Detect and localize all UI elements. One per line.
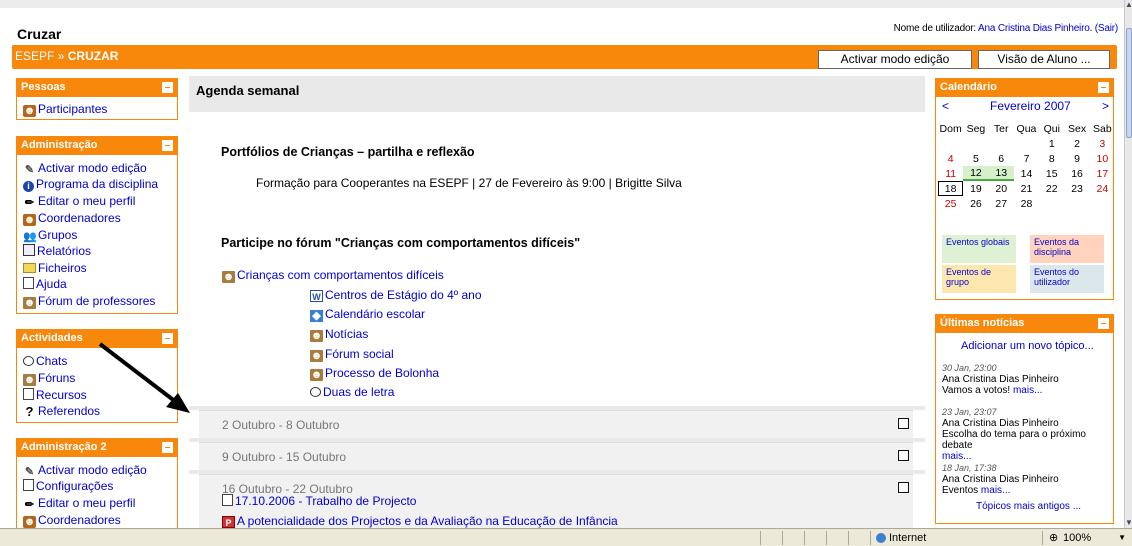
- day-header: Sex: [1068, 122, 1087, 135]
- legend-global[interactable]: Eventos globais: [942, 235, 1016, 263]
- zoom-icon: ⊕: [1049, 532, 1059, 544]
- calendar-day: [938, 136, 963, 151]
- news-text: Vamos a votos!: [942, 385, 1011, 396]
- news-item: 23 Jan, 23:07 Ana Cristina Dias Pinheiro…: [942, 407, 1110, 462]
- day-header: Qui: [1043, 122, 1060, 135]
- legend-group[interactable]: Eventos de grupo: [942, 265, 1016, 293]
- calendar-day: 17: [1096, 167, 1109, 180]
- older-topics-link[interactable]: Tópicos mais antigos ...: [976, 501, 1081, 512]
- news-item: 18 Jan, 17:38 Ana Cristina Dias Pinheiro…: [942, 463, 1110, 496]
- calendar-day: 25: [944, 197, 957, 210]
- calendar-day: 20: [995, 182, 1008, 195]
- zoom-level: 100%: [1063, 532, 1092, 544]
- calendar-day: 5: [973, 152, 979, 165]
- zoom-control[interactable]: ⊕ 100% ▼: [1042, 531, 1132, 545]
- calendar-day-event[interactable]: 13: [988, 166, 1014, 181]
- block-news: Últimas notícias Adicionar um novo tópic…: [935, 314, 1114, 524]
- calendar-day: [1039, 196, 1064, 211]
- zone-indicator: Internet: [870, 531, 1040, 545]
- add-topic-link[interactable]: Adicionar um novo tópico...: [961, 340, 1094, 352]
- calendar-day-event[interactable]: 12: [963, 166, 989, 181]
- news-author: Ana Cristina Dias Pinheiro: [942, 418, 1059, 429]
- calendar-day: 22: [1045, 182, 1058, 195]
- next-month-link[interactable]: >: [1102, 99, 1109, 113]
- status-cell: [760, 531, 780, 545]
- news-date: 18 Jan, 17:38: [942, 463, 997, 473]
- zone-label: Internet: [889, 532, 927, 544]
- calendar-day: [1014, 136, 1039, 151]
- news-item: 30 Jan, 23:00 Ana Cristina Dias Pinheiro…: [942, 363, 1110, 396]
- calendar-day: 1: [1048, 137, 1055, 150]
- status-cell: [826, 531, 846, 545]
- scroll-down-icon[interactable]: ▼: [1125, 518, 1132, 528]
- calendar-day-today[interactable]: 18: [938, 181, 964, 196]
- calendar-day: 28: [1020, 197, 1033, 210]
- calendar-day: 2: [1074, 137, 1080, 150]
- day-header: Sab: [1093, 122, 1112, 135]
- calendar-day: 6: [998, 152, 1005, 165]
- news-more-link[interactable]: mais...: [981, 485, 1010, 496]
- news-date: 30 Jan, 23:00: [942, 363, 997, 373]
- status-cell: [782, 531, 802, 545]
- legend-user[interactable]: Eventos do utilizador: [1030, 265, 1104, 293]
- calendar-day: 24: [1096, 182, 1109, 195]
- calendar-day: 15: [1045, 167, 1058, 180]
- vertical-scrollbar[interactable]: ▲ ▼: [1124, 0, 1132, 528]
- status-cell: [804, 531, 824, 545]
- collapse-icon[interactable]: [1098, 318, 1109, 329]
- calendar-day: 14: [1020, 167, 1033, 180]
- calendar-day: 26: [970, 197, 982, 210]
- day-header: Qua: [1016, 122, 1037, 135]
- calendar-day: [963, 136, 988, 151]
- status-cell: [848, 531, 868, 545]
- calendar-day: 19: [970, 182, 982, 195]
- news-text: Escolha do tema para o próximo debate: [942, 429, 1086, 451]
- block-header: Calendário: [936, 79, 1113, 97]
- calendar-grid: Dom Seg Ter Qua Qui Sex Sab 1 2 3 4 5 6: [938, 121, 1115, 211]
- news-author: Ana Cristina Dias Pinheiro: [942, 374, 1059, 385]
- day-header: Seg: [966, 122, 986, 135]
- zoom-dropdown-icon[interactable]: ▼: [1118, 531, 1126, 545]
- calendar-day: [1064, 196, 1089, 211]
- calendar-day: 8: [1048, 152, 1055, 165]
- block-title: Últimas notícias: [940, 317, 1025, 329]
- block-header: Últimas notícias: [936, 315, 1113, 333]
- news-author: Ana Cristina Dias Pinheiro: [942, 474, 1059, 485]
- block-title: Calendário: [940, 81, 997, 93]
- browser-page: Cruzar Nome de utilizador: Ana Cristina …: [0, 0, 1132, 546]
- legend-course[interactable]: Eventos da disciplina: [1030, 235, 1104, 263]
- news-more-link[interactable]: mais...: [942, 451, 971, 462]
- news-text: Eventos: [942, 485, 979, 496]
- calendar-day: [989, 136, 1014, 151]
- calendar-day: 27: [995, 197, 1008, 210]
- news-date: 23 Jan, 23:07: [942, 407, 997, 417]
- day-header: Ter: [993, 122, 1009, 135]
- calendar-nav: < Fevereiro 2007 >: [936, 99, 1115, 115]
- calendar-day: 10: [1096, 152, 1109, 165]
- calendar-day: [1090, 196, 1115, 211]
- scroll-thumb[interactable]: [1126, 28, 1132, 138]
- calendar-day: 23: [1071, 182, 1083, 195]
- calendar-day: 7: [1023, 152, 1030, 165]
- block-calendar: Calendário < Fevereiro 2007 > Dom Seg Te…: [935, 78, 1114, 300]
- calendar-day: 4: [947, 152, 954, 165]
- calendar-day: 11: [945, 167, 957, 180]
- news-more-link[interactable]: mais...: [1013, 385, 1042, 396]
- calendar-day: 21: [1020, 182, 1033, 195]
- day-header: Dom: [939, 122, 962, 135]
- prev-month-link[interactable]: <: [942, 99, 949, 113]
- globe-icon: [876, 533, 886, 543]
- collapse-icon[interactable]: [1098, 82, 1109, 93]
- calendar-day: 3: [1099, 137, 1106, 150]
- calendar-day: 16: [1071, 167, 1083, 180]
- calendar-day: 9: [1074, 152, 1080, 165]
- scroll-up-icon[interactable]: ▲: [1125, 0, 1132, 10]
- status-bar: Internet ⊕ 100% ▼: [0, 528, 1132, 546]
- month-link[interactable]: Fevereiro 2007: [990, 99, 1071, 113]
